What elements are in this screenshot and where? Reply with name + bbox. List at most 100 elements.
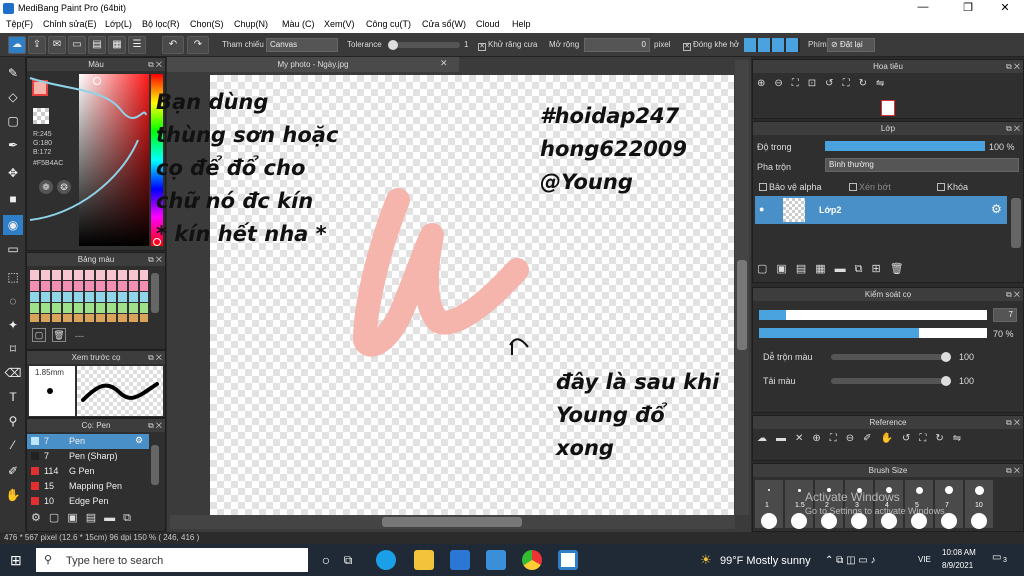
brush-size-cell[interactable]: 7: [935, 480, 963, 529]
fit-icon[interactable]: ⛶: [792, 78, 808, 89]
brush-item[interactable]: 7 Pen ⚙: [27, 434, 149, 449]
brush-size-cell[interactable]: 2: [815, 480, 843, 529]
chrome-icon[interactable]: [522, 550, 542, 570]
brush-size-cell[interactable]: 10: [965, 480, 993, 529]
menu-layer[interactable]: Lớp(L): [105, 19, 132, 29]
reference-toolbar[interactable]: ☁▬✕⊕⛶⊖✐✋↺⛶↻⇋: [757, 433, 1021, 449]
tolerance-slider[interactable]: [388, 40, 460, 50]
layer-settings-icon[interactable]: ⚙: [991, 202, 1002, 216]
brush-size-cell[interactable]: 3: [845, 480, 873, 529]
color-blend-slider[interactable]: [831, 352, 951, 362]
brush-settings-icon[interactable]: ▤: [86, 512, 104, 524]
actual-size-icon[interactable]: ⊡: [808, 78, 825, 89]
canvas-horizontal-scrollbar[interactable]: [170, 515, 735, 529]
navigator-thumbnail[interactable]: [881, 100, 895, 116]
taskbar-search-box[interactable]: ⚲ Type here to search: [36, 548, 308, 572]
reset-button[interactable]: ⊘ Đặt lại: [827, 38, 875, 52]
swatch-set-name[interactable]: ---: [75, 331, 84, 341]
layer-opacity-bar[interactable]: [825, 141, 985, 151]
brush-settings-icon[interactable]: ⚙: [135, 435, 143, 446]
menu-filter[interactable]: Bộ lọc(R): [142, 19, 180, 29]
fill-rect-tool-icon[interactable]: ■: [3, 189, 23, 209]
brush-opacity-bar[interactable]: [759, 328, 987, 338]
layer-menu-icon[interactable]: ▦: [815, 263, 834, 275]
select-eraser-tool-icon[interactable]: ⌫: [3, 363, 23, 383]
new-layer-icon[interactable]: ▢: [757, 263, 776, 275]
brush-panel-actions[interactable]: ⚙▢▣▤▬⧉: [31, 511, 163, 527]
pen-tool-icon[interactable]: ✒: [3, 135, 23, 155]
file-explorer-icon[interactable]: [414, 550, 434, 570]
menu-color[interactable]: Màu (C): [282, 19, 315, 29]
reference-zoom-out-icon[interactable]: ⊖: [846, 433, 863, 444]
new-brush-icon[interactable]: ▢: [49, 512, 67, 524]
notification-icon[interactable]: ▭: [992, 552, 1001, 563]
zoom-out-icon[interactable]: ⊖: [774, 78, 791, 89]
brush-size-input[interactable]: 7: [993, 308, 1017, 322]
brush-size-cell[interactable]: 1.5: [785, 480, 813, 529]
menu-view[interactable]: Xem(V): [324, 19, 355, 29]
bucket-tool-icon[interactable]: ◉: [3, 215, 23, 235]
eyedropper-tool-icon[interactable]: ✐: [3, 461, 23, 481]
brush-item[interactable]: 114 G Pen: [27, 464, 149, 479]
fullscreen-icon[interactable]: ⛶: [843, 78, 859, 89]
share-icon[interactable]: ⇪: [28, 36, 46, 54]
mail-icon[interactable]: [486, 550, 506, 570]
brush-size-cell[interactable]: 5: [905, 480, 933, 529]
paint-load-knob[interactable]: [941, 376, 951, 386]
reference-hand-icon[interactable]: ✋: [881, 433, 902, 444]
clipping-checkbox[interactable]: Xén bớt: [849, 182, 891, 192]
layer-actions[interactable]: ▢▣▤▦▬⧉⊞🗑: [757, 262, 957, 278]
tray-icons[interactable]: ⌃ ⧉ ◫ ▭ ♪: [825, 555, 876, 566]
edge-icon[interactable]: [376, 550, 396, 570]
undo-icon[interactable]: ↶: [162, 36, 184, 54]
copy-layer-icon[interactable]: ▤: [796, 263, 815, 275]
add-brush-icon[interactable]: ⚙: [31, 512, 49, 524]
reference-dropper-icon[interactable]: ✐: [863, 433, 880, 444]
menu-file[interactable]: Tệp(F): [6, 19, 33, 29]
document-tab[interactable]: My photo - Ngày.jpg: [167, 57, 459, 72]
horizontal-scroll-thumb[interactable]: [382, 517, 522, 527]
zoom-in-icon[interactable]: ⊕: [757, 78, 774, 89]
menu-capture[interactable]: Chụp(N): [234, 19, 268, 29]
windows-start-icon[interactable]: ⊞: [10, 552, 26, 568]
vertical-scroll-thumb[interactable]: [737, 260, 747, 350]
new-swatch-icon[interactable]: ▢: [32, 328, 46, 342]
text-tool-icon[interactable]: T: [3, 387, 23, 407]
protect-alpha-checkbox[interactable]: Bảo vệ alpha: [759, 182, 822, 192]
dropper-tool-icon[interactable]: ⁄: [3, 435, 23, 455]
gradient-tool-icon[interactable]: ▭: [3, 239, 23, 259]
move-tool-icon[interactable]: ✥: [3, 163, 23, 183]
expand-input[interactable]: 0: [584, 38, 650, 52]
reference-fit-icon[interactable]: ⛶: [830, 433, 846, 444]
delete-swatch-icon[interactable]: 🗑: [52, 328, 66, 342]
operation-tool-icon[interactable]: ⚲: [3, 411, 23, 431]
panel-options-icon[interactable]: ⧉ ✕: [1006, 464, 1020, 477]
reference-zoom-in-icon[interactable]: ⊕: [812, 433, 829, 444]
color-blend-knob[interactable]: [941, 352, 951, 362]
grid-icon[interactable]: ▦: [108, 36, 126, 54]
eraser-tool-icon[interactable]: ◇: [3, 87, 23, 107]
panel-options-icon[interactable]: ⧉ ✕: [1006, 288, 1020, 301]
close-button[interactable]: ✕: [990, 1, 1020, 14]
paint-load-slider[interactable]: [831, 376, 951, 386]
brush-size-bar[interactable]: [759, 310, 987, 320]
panel-options-icon[interactable]: ⧉ ✕: [1006, 122, 1020, 135]
brush-tool-icon[interactable]: ✎: [3, 63, 23, 83]
brush-item[interactable]: 7 Pen (Sharp): [27, 449, 149, 464]
reference-fullscreen-icon[interactable]: ⛶: [919, 433, 935, 444]
open-reference-icon[interactable]: ▬: [776, 433, 795, 444]
merge-layer-icon[interactable]: ⊞: [871, 263, 889, 275]
brush-folder-icon[interactable]: ▬: [104, 512, 123, 524]
close-gap-checkbox[interactable]: ✕ Đóng khe hở: [683, 40, 739, 51]
magic-wand-tool-icon[interactable]: ✦: [3, 315, 23, 335]
rectangle-tool-icon[interactable]: ▢: [3, 111, 23, 131]
panel-options-icon[interactable]: ⧉ ✕: [1006, 416, 1020, 429]
reference-rotate-right-icon[interactable]: ↻: [935, 433, 952, 444]
panel-options-icon[interactable]: ⧉ ✕: [148, 253, 162, 266]
rotate-left-icon[interactable]: ↺: [825, 78, 842, 89]
brush-size-cell[interactable]: 4: [875, 480, 903, 529]
menu-help[interactable]: Help: [512, 19, 531, 29]
close-document-icon[interactable]: ✕: [440, 58, 448, 69]
menu-cloud[interactable]: Cloud: [476, 19, 500, 29]
close-gap-level[interactable]: [744, 38, 800, 52]
